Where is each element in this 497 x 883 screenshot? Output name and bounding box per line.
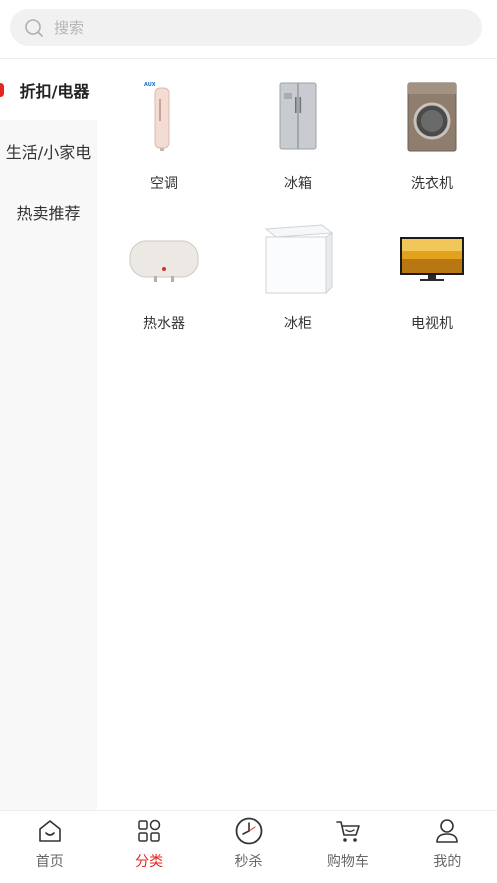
search-icon (25, 18, 43, 37)
product-name: 热水器 (143, 316, 185, 332)
bottom-tab-bar: 首页 分类 秒杀 购物车 我的 (0, 810, 497, 883)
product-item-television[interactable]: 电视机 (365, 219, 497, 333)
tab-category[interactable]: 分类 (99, 811, 198, 883)
tab-label: 我的 (433, 854, 462, 870)
tab-cart[interactable]: 购物车 (298, 811, 397, 883)
air-conditioner-image: AUX (124, 79, 204, 159)
tab-label: 分类 (135, 854, 164, 870)
sidebar-item-hot-picks[interactable]: 热卖推荐 (0, 181, 97, 242)
user-icon (436, 819, 459, 843)
washing-machine-image (392, 79, 472, 159)
tab-label: 购物车 (326, 854, 369, 870)
product-item-air-conditioner[interactable]: AUX 空调 (97, 79, 231, 193)
product-item-chest-freezer[interactable]: 冰柜 (231, 219, 365, 333)
tab-profile[interactable]: 我的 (398, 811, 497, 883)
category-sidebar: 折扣/电器 生活/小家电 热卖推荐 (0, 59, 97, 810)
water-heater-image (124, 219, 204, 299)
product-item-water-heater[interactable]: 热水器 (97, 219, 231, 333)
product-name: 冰箱 (284, 176, 312, 192)
product-name: 洗衣机 (411, 176, 453, 192)
active-indicator (0, 83, 4, 97)
search-bar[interactable]: 搜索 (10, 9, 482, 46)
sidebar-item-label: 热卖推荐 (16, 203, 81, 223)
product-item-washing-machine[interactable]: 洗衣机 (365, 79, 497, 193)
svg-text:AUX: AUX (144, 82, 156, 88)
refrigerator-image (258, 79, 338, 159)
category-page: 搜索 折扣/电器 生活/小家电 热卖推荐 AUX 空调 冰箱 洗衣机 热水器 冰… (0, 0, 497, 883)
product-name: 空调 (150, 176, 178, 192)
sidebar-item-discount-appliances[interactable]: 折扣/电器 (0, 59, 97, 120)
product-name: 冰柜 (284, 316, 312, 332)
product-item-refrigerator[interactable]: 冰箱 (231, 79, 365, 193)
tab-label: 秒杀 (234, 854, 263, 870)
clock-icon (235, 817, 262, 845)
tab-label: 首页 (35, 854, 64, 870)
search-placeholder: 搜索 (54, 19, 85, 37)
sidebar-item-small-appliances[interactable]: 生活/小家电 (0, 120, 97, 181)
chest-freezer-image (258, 219, 338, 299)
sidebar-item-label: 生活/小家电 (5, 142, 92, 162)
sidebar-item-label: 折扣/电器 (19, 81, 90, 101)
television-image (392, 219, 472, 299)
tab-flash-sale[interactable]: 秒杀 (199, 811, 298, 883)
home-icon (38, 820, 61, 842)
product-name: 电视机 (411, 316, 453, 332)
tab-home[interactable]: 首页 (0, 811, 99, 883)
cart-icon (336, 821, 360, 842)
category-icon (138, 819, 161, 842)
